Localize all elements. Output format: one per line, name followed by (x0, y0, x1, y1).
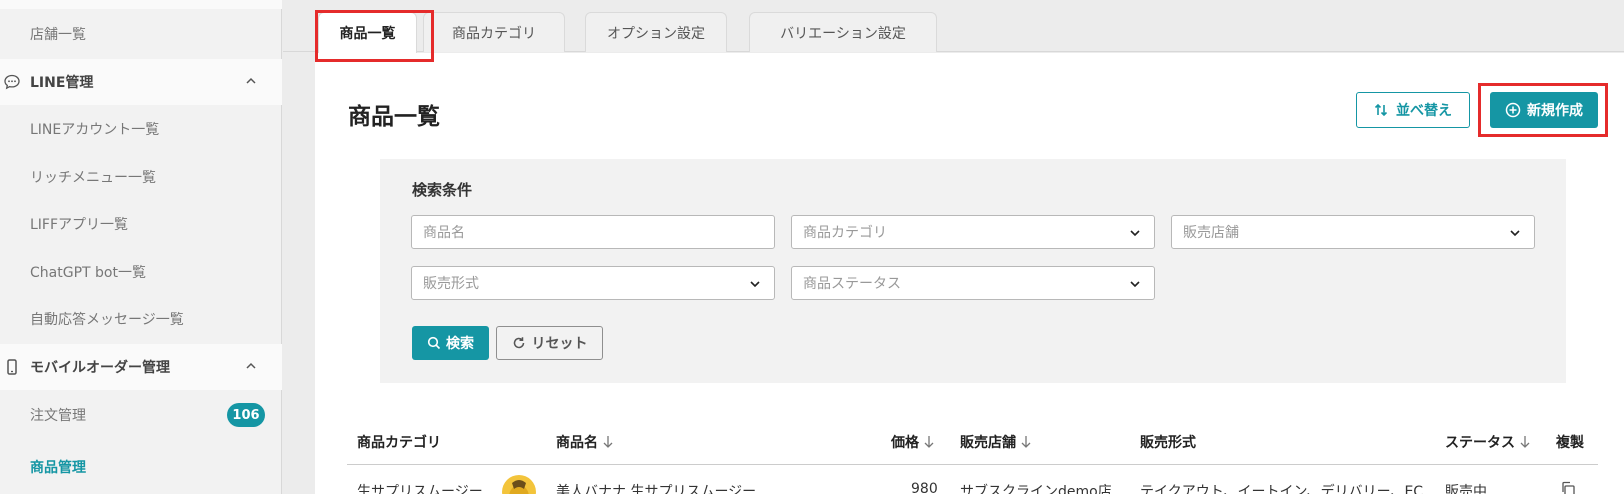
search-button-label: 検索 (446, 336, 474, 352)
sort-down-arrow-icon (1520, 436, 1530, 448)
tab-product-category[interactable]: 商品カテゴリ (423, 12, 565, 52)
sort-down-arrow-icon (924, 436, 934, 448)
sidebar-item-auto-replies[interactable]: 自動応答メッセージ一覧 (0, 296, 282, 342)
tab-label: 商品カテゴリ (452, 25, 536, 42)
sidebar-top-edge (0, 0, 282, 9)
column-header-status[interactable]: ステータス (1445, 432, 1531, 452)
column-header-duplicate: 複製 (1556, 432, 1584, 452)
column-header-price[interactable]: 価格 (891, 432, 935, 452)
tab-label: 商品一覧 (339, 26, 396, 42)
search-panel: 検索条件 商品名 商品カテゴリ 販売店舗 販売形式 商品ステータス 検索 リセッ… (380, 159, 1566, 383)
column-header-label: 販売店舗 (960, 435, 1016, 451)
sort-down-arrow-icon (603, 436, 613, 448)
sidebar-item-stores[interactable]: 店舗一覧 (0, 11, 282, 57)
tab-product-list[interactable]: 商品一覧 (318, 12, 417, 53)
sidebar-section-label: モバイルオーダー管理 (30, 360, 170, 376)
placeholder-text: 販売形式 (423, 276, 479, 292)
table-header-divider (347, 464, 1598, 465)
cell-price: 980 (911, 481, 938, 494)
page-title: 商品一覧 (348, 104, 440, 130)
sidebar-item-label: 注文管理 (30, 408, 86, 424)
sidebar-item-line-accounts[interactable]: LINEアカウント一覧 (0, 106, 282, 152)
sort-button-label: 並べ替え (1396, 103, 1452, 119)
column-header-store[interactable]: 販売店舗 (960, 432, 1032, 452)
sidebar-item-label: 自動応答メッセージ一覧 (30, 312, 184, 328)
column-header-label: 販売形式 (1140, 435, 1196, 451)
chevron-down-icon (1130, 281, 1140, 288)
tab-bar: 商品一覧 商品カテゴリ オプション設定 バリエーション設定 (283, 0, 1624, 53)
placeholder-text: 商品カテゴリ (803, 225, 887, 241)
sort-down-arrow-icon (1021, 436, 1031, 448)
store-select[interactable]: 販売店舗 (1171, 215, 1535, 249)
tab-label: バリエーション設定 (780, 25, 906, 42)
placeholder-text: 商品名 (423, 225, 465, 241)
placeholder-text: 販売店舗 (1183, 225, 1239, 241)
refresh-icon (513, 337, 524, 349)
column-header-sales-format[interactable]: 販売形式 (1140, 432, 1196, 452)
column-header-name[interactable]: 商品名 (556, 432, 614, 452)
sidebar-item-label: リッチメニュー一覧 (30, 170, 156, 186)
sort-arrows-icon (1374, 103, 1388, 117)
placeholder-text: 商品ステータス (803, 276, 901, 292)
duplicate-icon[interactable] (1560, 481, 1576, 494)
cell-status: 販売中 (1445, 484, 1487, 494)
cell-category: 生サプリスムージー (357, 484, 483, 494)
sidebar-item-orders[interactable]: 注文管理 106 (0, 392, 282, 438)
sidebar-item-label: 商品管理 (30, 460, 86, 476)
tab-variation-settings[interactable]: バリエーション設定 (749, 12, 937, 52)
sidebar-item-rich-menu[interactable]: リッチメニュー一覧 (0, 154, 282, 200)
column-header-label: 複製 (1556, 435, 1584, 451)
chevron-down-icon (1510, 230, 1520, 237)
sidebar-section-mobile-order[interactable]: モバイルオーダー管理 (0, 344, 282, 390)
sidebar-section-line[interactable]: LINE管理 (0, 59, 282, 105)
product-name-input[interactable]: 商品名 (411, 215, 775, 249)
plus-circle-icon (1505, 102, 1521, 118)
tab-option-settings[interactable]: オプション設定 (585, 12, 727, 52)
chat-bubble-icon (3, 73, 21, 91)
create-button[interactable]: 新規作成 (1490, 92, 1598, 128)
column-header-label: 価格 (891, 435, 919, 451)
sort-button[interactable]: 並べ替え (1356, 92, 1470, 128)
sidebar-item-products[interactable]: 商品管理 (0, 444, 282, 490)
search-heading: 検索条件 (412, 181, 473, 199)
column-header-label: 商品カテゴリ (357, 435, 441, 451)
chevron-down-icon (1130, 230, 1140, 237)
search-icon (427, 336, 441, 350)
sales-format-select[interactable]: 販売形式 (411, 266, 775, 300)
sidebar: 店舗一覧 LINE管理 LINEアカウント一覧 リッチメニュー一覧 LIFFアプ… (0, 0, 282, 494)
mobile-phone-icon (3, 358, 21, 376)
tab-label: オプション設定 (607, 25, 705, 42)
sidebar-item-label: 店舗一覧 (30, 27, 86, 43)
reset-button-label: リセット (531, 336, 588, 352)
column-header-label: ステータス (1445, 435, 1515, 451)
sidebar-item-label: LINEアカウント一覧 (30, 122, 160, 138)
sidebar-item-chatgpt-bots[interactable]: ChatGPT bot一覧 (0, 249, 282, 295)
order-count-badge: 106 (227, 403, 265, 427)
sidebar-item-label: LIFFアプリ一覧 (30, 217, 129, 233)
cell-product-name[interactable]: 美人バナナ 生サプリスムージー (556, 481, 756, 494)
create-button-label: 新規作成 (1527, 103, 1583, 119)
search-button[interactable]: 検索 (412, 326, 489, 360)
column-header-label: 商品名 (556, 435, 598, 451)
product-status-select[interactable]: 商品ステータス (791, 266, 1155, 300)
column-header-category[interactable]: 商品カテゴリ (357, 432, 441, 452)
chevron-down-icon (750, 281, 760, 288)
reset-button[interactable]: リセット (496, 326, 603, 360)
chevron-up-icon (246, 362, 256, 369)
sidebar-item-label: ChatGPT bot一覧 (30, 265, 146, 281)
category-select[interactable]: 商品カテゴリ (791, 215, 1155, 249)
cell-sales-format: テイクアウト、イートイン、デリバリー、EC (1140, 484, 1424, 494)
sidebar-item-liff-apps[interactable]: LIFFアプリ一覧 (0, 201, 282, 247)
sidebar-section-label: LINE管理 (30, 75, 94, 91)
chevron-up-icon (246, 77, 256, 84)
cell-store: サブスクラインdemo店 (960, 484, 1112, 494)
